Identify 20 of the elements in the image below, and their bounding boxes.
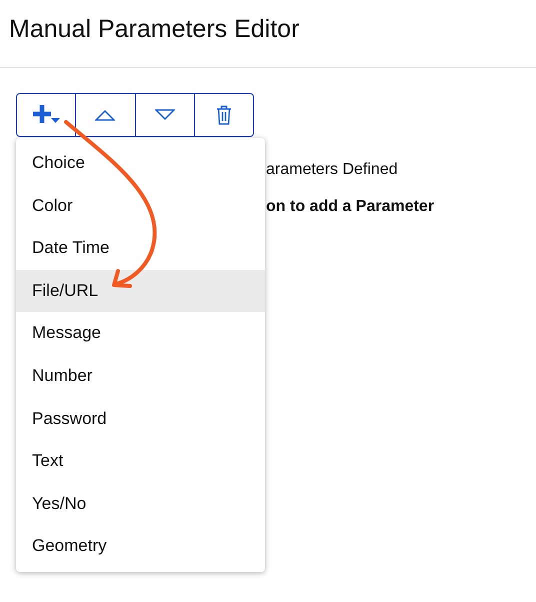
add-button[interactable] — [16, 93, 76, 137]
move-down-button[interactable] — [136, 93, 195, 137]
down-triangle-icon — [154, 109, 175, 121]
menu-item[interactable]: Date Time — [16, 227, 265, 270]
menu-item[interactable]: File/URL — [16, 270, 265, 312]
menu-item[interactable]: Number — [16, 354, 265, 398]
trash-icon — [216, 105, 232, 125]
menu-item[interactable]: Geometry — [16, 525, 265, 568]
menu-item[interactable]: Message — [16, 312, 265, 355]
menu-item[interactable]: Choice — [16, 142, 265, 185]
menu-item[interactable]: Text — [16, 440, 265, 483]
up-triangle-icon — [95, 109, 116, 121]
message-text: on to add a Parameter — [266, 197, 434, 217]
message-text: arameters Defined — [266, 160, 399, 180]
menu-item[interactable]: Password — [16, 398, 265, 440]
menu-item[interactable]: Yes/No — [16, 482, 265, 526]
page-title: Manual Parameters Editor — [0, 0, 536, 68]
delete-button[interactable] — [194, 93, 254, 137]
menu-item[interactable]: Color — [16, 184, 265, 228]
move-up-button[interactable] — [76, 93, 136, 137]
